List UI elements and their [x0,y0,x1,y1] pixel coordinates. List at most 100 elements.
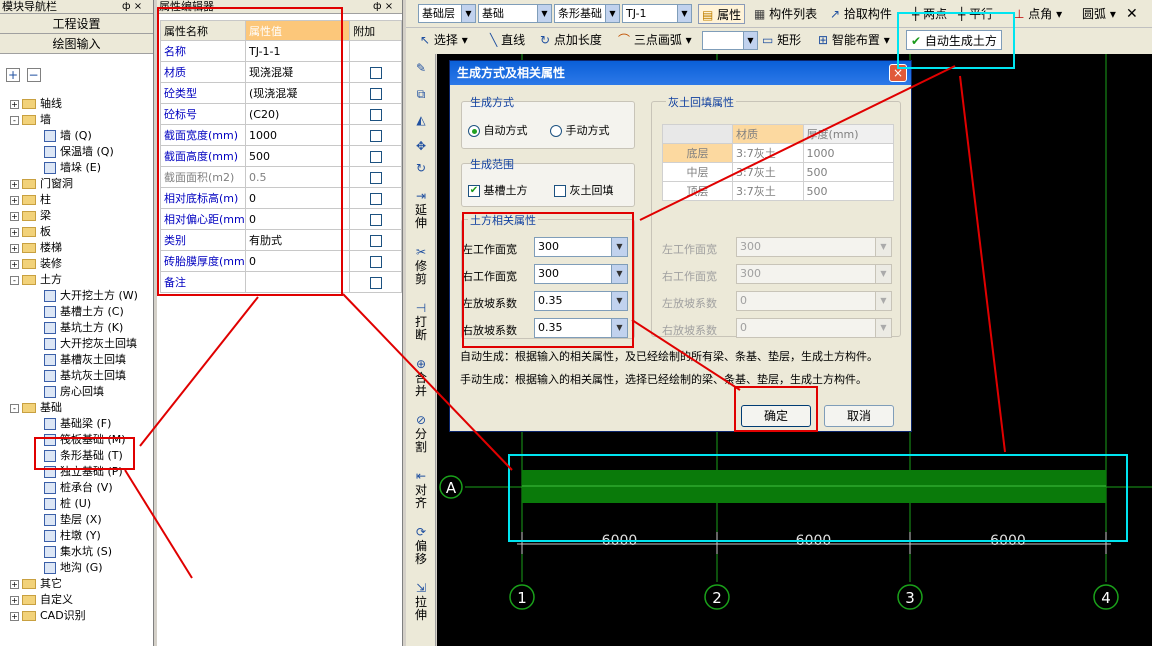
smart-layout-button[interactable]: ⊞ 智能布置 ▾ [818,30,890,50]
checkbox-icon[interactable] [369,192,382,205]
tree-folder[interactable]: + 自定义 [10,592,73,608]
tree-item[interactable]: 房心回填 [44,384,104,400]
tree-folder[interactable]: + CAD识别 [10,608,86,624]
tree-folder[interactable]: + 门窗洞 [10,176,73,192]
property-value[interactable]: 1000 [244,124,351,146]
vtool-1[interactable]: ✂ 修剪 [408,246,434,286]
vt-mirror-icon[interactable]: ◭ [408,114,434,128]
property-value[interactable]: 0 [244,187,351,209]
floor-select[interactable]: 基础层 ▼ [418,4,476,23]
property-value[interactable]: TJ-1-1 [244,40,351,62]
component-select[interactable]: TJ-1 ▼ [622,4,692,23]
checkbox-icon[interactable] [369,108,382,121]
tree-item[interactable]: 柱墩 (Y) [44,528,101,544]
collapse-all-icon[interactable]: − [26,68,41,82]
vt-move-icon[interactable]: ✥ [408,140,434,154]
select-button[interactable]: ↖ 选择 ▾ [420,30,468,50]
tree-item[interactable]: 地沟 (G) [44,560,103,576]
checkbox-icon[interactable] [369,87,382,100]
earth-field-select[interactable]: 0.35 ▼ [534,318,628,338]
tree-item[interactable]: 集水坑 (S) [44,544,112,560]
property-value[interactable]: 有肋式 [244,229,351,251]
tree-folder[interactable]: + 梁 [10,208,51,224]
expand-icon[interactable]: + [10,259,19,269]
tree-item[interactable]: 基坑土方 (K) [44,320,123,336]
attribute-button[interactable]: ▤ 属性 [698,4,746,24]
property-row[interactable]: 名称 TJ-1-1 [160,40,402,62]
tree-item[interactable]: 基础梁 (F) [44,416,111,432]
tree-folder[interactable]: - 基础 [10,400,62,416]
cancel-button[interactable]: 取消 [824,405,894,427]
tree-folder[interactable]: + 楼梯 [10,240,62,256]
checkbox-icon[interactable] [369,66,382,79]
tree-item[interactable]: 桩承台 (V) [44,480,113,496]
tree-item[interactable]: 大开挖土方 (W) [44,288,138,304]
property-value[interactable]: 0 [244,250,351,272]
property-row[interactable]: 材质 现浇混凝 [160,61,402,83]
tree-item[interactable]: 基槽土方 (C) [44,304,124,320]
three-point-arc-button[interactable]: ⌒ 三点画弧 ▾ [618,30,692,50]
property-value[interactable]: 现浇混凝 [244,61,351,83]
vtool-2[interactable]: ⊣ 打断 [408,302,434,342]
two-point-button[interactable]: ╪ 两点 [912,4,947,24]
auto-method-radio[interactable]: 自动方式 [468,122,528,138]
vtool-7[interactable]: ⇲ 拉伸 [408,582,434,622]
project-settings-button[interactable]: 工程设置 [0,14,153,34]
expand-icon[interactable]: - [10,403,19,413]
tree-item[interactable]: 保温墙 (Q) [44,144,114,160]
rectangle-button[interactable]: ▭ 矩形 [762,30,801,50]
arc-button[interactable]: 圆弧 ▾ [1082,4,1116,24]
vt-copy-icon[interactable]: ⧉ [408,88,434,102]
tree-item[interactable]: 独立基础 (P) [44,464,123,480]
expand-icon[interactable]: + [10,227,19,237]
point-length-button[interactable]: ↻ 点加长度 [540,30,602,50]
vtool-4[interactable]: ⊘ 分割 [408,414,434,454]
expand-icon[interactable]: + [10,595,19,605]
tree-item[interactable]: 大开挖灰土回填 [44,336,137,352]
expand-icon[interactable]: + [10,179,19,189]
property-value[interactable]: (C20) [244,103,351,125]
parallel-button[interactable]: ╪ 平行 [958,4,993,24]
checkbox-icon[interactable] [369,234,382,247]
expand-icon[interactable]: + [10,243,19,253]
close-icon[interactable]: ✕ [1126,4,1138,24]
category-select[interactable]: 基础 ▼ [478,4,552,23]
earth-field-select[interactable]: 0.35 ▼ [534,291,628,311]
tree-item[interactable]: 条形基础 (T) [44,448,123,464]
property-row[interactable]: 截面面积(m2) 0.5 [160,166,402,188]
property-value[interactable]: 0.5 [244,166,351,188]
property-value[interactable]: 500 [244,145,351,167]
checkbox-icon[interactable] [369,255,382,268]
property-row[interactable]: 类别 有肋式 [160,229,402,251]
property-value[interactable]: (现浇混凝 [244,82,351,104]
tree-folder[interactable]: + 其它 [10,576,62,592]
vtool-0[interactable]: ⇥ 延伸 [408,190,434,230]
expand-icon[interactable]: + [10,195,19,205]
vtool-6[interactable]: ⟳ 偏移 [408,526,434,566]
prop-pin-icon[interactable]: ф × [373,0,393,14]
point-angle-button[interactable]: ⊥ 点角 ▾ [1014,4,1062,24]
expand-icon[interactable]: + [10,99,19,109]
nav-pin-icon[interactable]: ф × [122,0,142,14]
expand-icon[interactable]: + [10,211,19,221]
pick-component-button[interactable]: ↗ 拾取构件 [830,4,892,24]
type-select[interactable]: 条形基础 ▼ [554,4,620,23]
checkbox-icon[interactable] [369,213,382,226]
tree-folder[interactable]: + 装修 [10,256,62,272]
tree-item[interactable]: 墙垛 (E) [44,160,101,176]
property-row[interactable]: 备注 [160,271,402,293]
property-row[interactable]: 相对偏心距(mm 0 [160,208,402,230]
tree-folder[interactable]: + 柱 [10,192,51,208]
drawing-input-button[interactable]: 绘图输入 [0,34,153,54]
vt-rotate-icon[interactable]: ↻ [408,162,434,176]
tree-item[interactable]: 墙 (Q) [44,128,92,144]
tree-item[interactable]: 桩 (U) [44,496,91,512]
earth-field-select[interactable]: 300 ▼ [534,237,628,257]
checkbox-icon[interactable] [369,129,382,142]
tree-item[interactable]: 基坑灰土回填 [44,368,126,384]
tree-item[interactable]: 筏板基础 (M) [44,432,126,448]
vtool-5[interactable]: ⇤ 对齐 [408,470,434,510]
earth-field-select[interactable]: 300 ▼ [534,264,628,284]
tree-folder[interactable]: - 土方 [10,272,62,288]
checkbox-icon[interactable] [369,276,382,289]
